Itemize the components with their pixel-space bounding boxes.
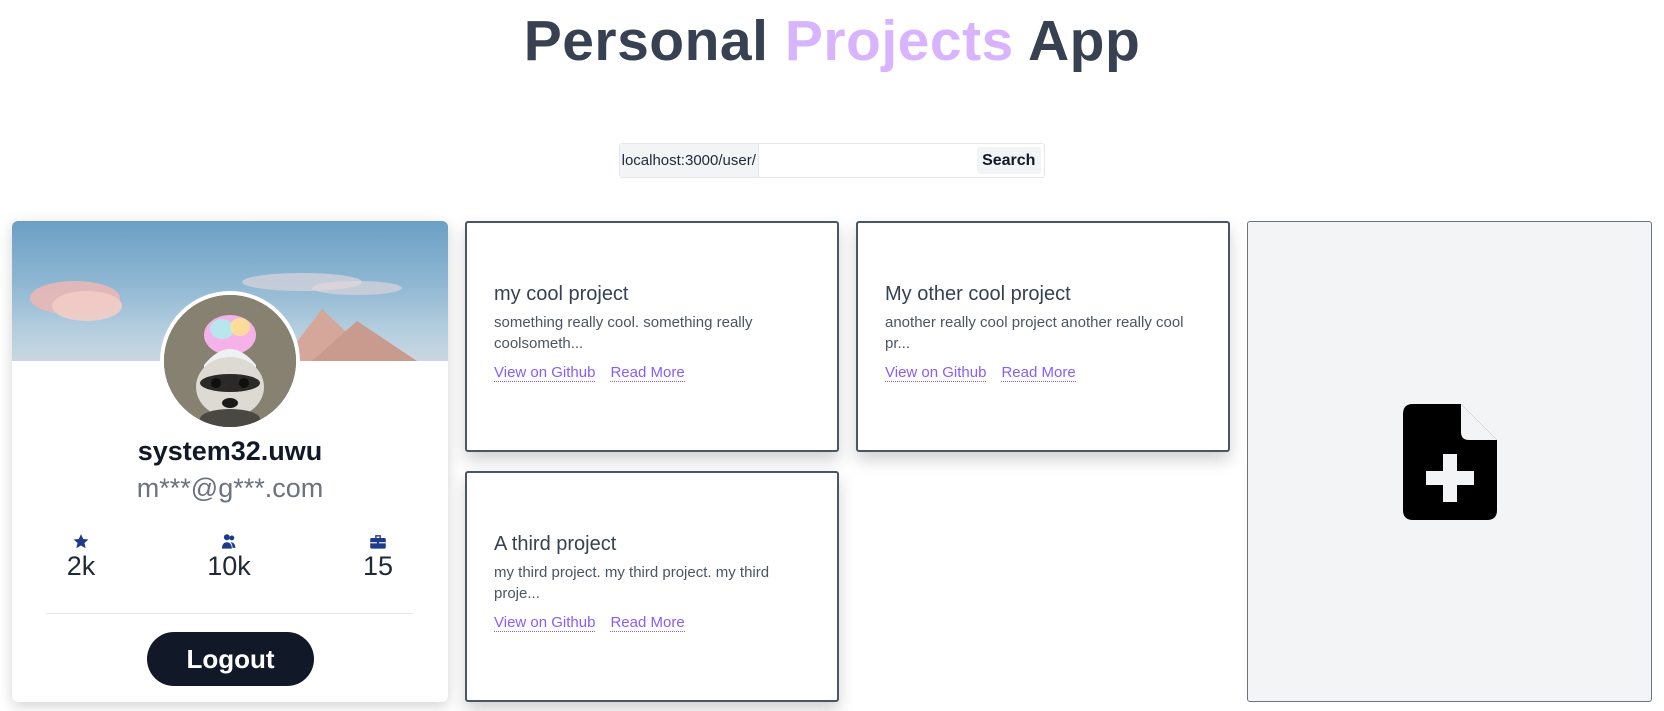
read-more-link[interactable]: Read More bbox=[1001, 364, 1076, 382]
avatar bbox=[160, 291, 300, 431]
project-title: A third project bbox=[494, 533, 617, 555]
stat-projects: 15 bbox=[328, 533, 428, 582]
read-more-link[interactable]: Read More bbox=[610, 364, 685, 382]
profile-username: system32.uwu bbox=[137, 436, 323, 466]
project-description: something really cool. something really … bbox=[494, 314, 753, 352]
page: Personal Projects App localhost:3000/use… bbox=[0, 0, 1664, 711]
title-projects: Projects bbox=[784, 9, 1014, 73]
profile-card: system32.uwu m***@g***.com 2k 10k 15 Log… bbox=[12, 221, 448, 702]
briefcase-icon bbox=[370, 535, 386, 549]
project-description: my third project. my third project. my t… bbox=[494, 564, 770, 602]
project-card: my cool project something really cool. s… bbox=[465, 221, 839, 452]
project-card: A third project my third project. my thi… bbox=[465, 471, 839, 702]
page-title: Personal Projects App bbox=[0, 10, 1664, 72]
view-on-github-link[interactable]: View on Github bbox=[494, 364, 596, 382]
stat-stars: 2k bbox=[31, 533, 131, 582]
file-plus-icon bbox=[1403, 404, 1497, 520]
project-card: My other cool project another really coo… bbox=[856, 221, 1230, 452]
title-personal: Personal bbox=[523, 9, 769, 73]
url-prefix: localhost:3000/user/ bbox=[620, 144, 759, 177]
view-on-github-link[interactable]: View on Github bbox=[885, 364, 987, 382]
user-search-bar: localhost:3000/user/ Search bbox=[619, 143, 1045, 178]
stat-followers: 10k bbox=[179, 533, 279, 582]
read-more-link[interactable]: Read More bbox=[610, 614, 685, 632]
users-icon bbox=[221, 534, 236, 549]
username-search-input[interactable] bbox=[758, 144, 974, 177]
star-icon bbox=[73, 534, 89, 549]
title-app: App bbox=[1028, 9, 1141, 73]
divider bbox=[46, 613, 413, 614]
logout-button[interactable]: Logout bbox=[147, 632, 314, 686]
view-on-github-link[interactable]: View on Github bbox=[494, 614, 596, 632]
stat-value: 15 bbox=[362, 551, 394, 581]
add-project-button[interactable] bbox=[1247, 221, 1652, 702]
profile-email: m***@g***.com bbox=[136, 473, 324, 503]
project-title: My other cool project bbox=[885, 283, 1071, 305]
stat-value: 10k bbox=[207, 551, 251, 581]
stat-value: 2k bbox=[66, 551, 96, 581]
project-description: another really cool project another real… bbox=[885, 314, 1184, 352]
search-button[interactable]: Search bbox=[976, 147, 1041, 174]
project-title: my cool project bbox=[494, 283, 629, 305]
